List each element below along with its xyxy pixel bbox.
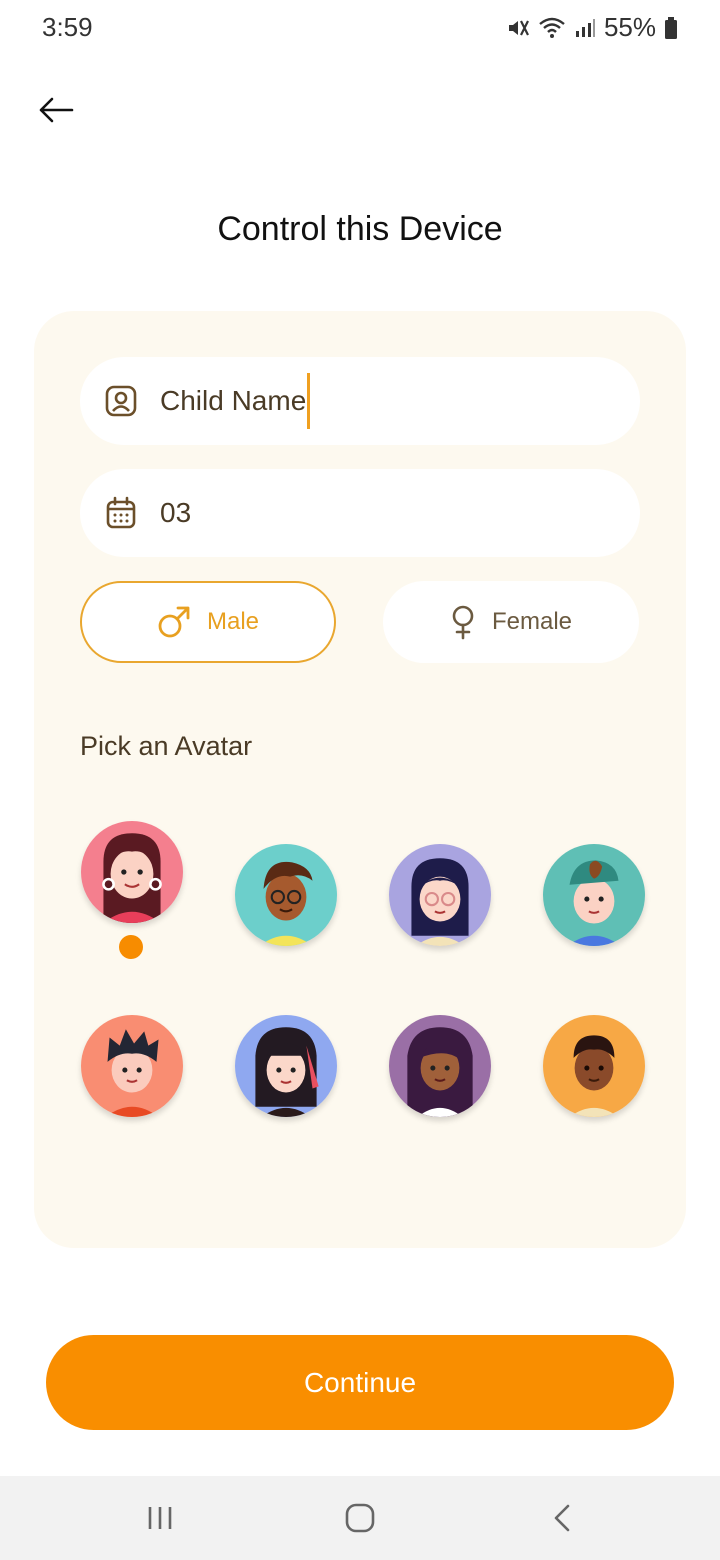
- avatar-girl-earrings-icon: [81, 821, 183, 923]
- system-nav-bar: [0, 1476, 720, 1560]
- avatar-boy-cap-icon: [543, 844, 645, 946]
- home-button[interactable]: [340, 1498, 380, 1538]
- text-caret: [307, 373, 311, 429]
- signal-icon: [574, 17, 596, 39]
- screen: 3:59 55% Control this Device Child Name …: [0, 0, 720, 1560]
- avatar-option-2[interactable]: [235, 844, 337, 946]
- avatar-girl-glasses-icon: [389, 844, 491, 946]
- gender-male-button[interactable]: Male: [80, 581, 336, 663]
- selected-avatar-indicator: [119, 935, 143, 959]
- user-icon: [104, 384, 138, 418]
- avatar-option-4[interactable]: [543, 844, 645, 946]
- gender-female-button[interactable]: Female: [383, 581, 639, 663]
- recent-apps-icon: [148, 1507, 172, 1529]
- name-input-wrap: Child Name: [160, 373, 311, 429]
- age-field[interactable]: 03: [80, 469, 640, 557]
- child-name-field[interactable]: Child Name: [80, 357, 640, 445]
- avatar-girl-long-hair-icon: [389, 1015, 491, 1117]
- avatar-option-3[interactable]: [389, 844, 491, 946]
- status-time: 3:59: [42, 12, 93, 42]
- male-icon: [158, 606, 190, 638]
- avatar-boy-tank-icon: [543, 1015, 645, 1117]
- child-name-input[interactable]: Child Name: [160, 385, 306, 417]
- page-title: Control this Device: [217, 210, 503, 248]
- age-input[interactable]: 03: [160, 497, 191, 529]
- male-label: Male: [206, 608, 260, 635]
- wifi-icon: [538, 16, 566, 40]
- continue-button[interactable]: Continue: [46, 1335, 674, 1430]
- female-label: Female: [491, 608, 573, 635]
- nav-back-button[interactable]: [542, 1498, 582, 1538]
- back-arrow-icon: [39, 97, 74, 123]
- nav-back-icon: [554, 1504, 570, 1532]
- avatar-option-6[interactable]: [235, 1015, 337, 1117]
- back-button[interactable]: [30, 88, 82, 132]
- avatar-option-8[interactable]: [543, 1015, 645, 1117]
- avatar-option-1[interactable]: [81, 821, 183, 923]
- status-bar: 3:59 55%: [0, 0, 720, 56]
- battery-percent: 55%: [603, 12, 656, 42]
- home-icon: [345, 1503, 375, 1533]
- avatar-boy-glasses-icon: [235, 844, 337, 946]
- status-icons: 55%: [506, 12, 678, 43]
- avatar-girl-bangs-icon: [235, 1015, 337, 1117]
- avatar-option-5[interactable]: [81, 1015, 183, 1117]
- recent-apps-button[interactable]: [140, 1498, 180, 1538]
- avatar-heading: Pick an Avatar: [80, 731, 253, 761]
- female-icon: [452, 605, 474, 640]
- battery-icon: [664, 16, 678, 40]
- form-card: Child Name 03 Male Female Pick an Avatar: [34, 311, 686, 1248]
- avatar-boy-spiky-icon: [81, 1015, 183, 1117]
- avatar-option-7[interactable]: [389, 1015, 491, 1117]
- calendar-icon: [104, 496, 138, 530]
- mute-icon: [506, 16, 530, 40]
